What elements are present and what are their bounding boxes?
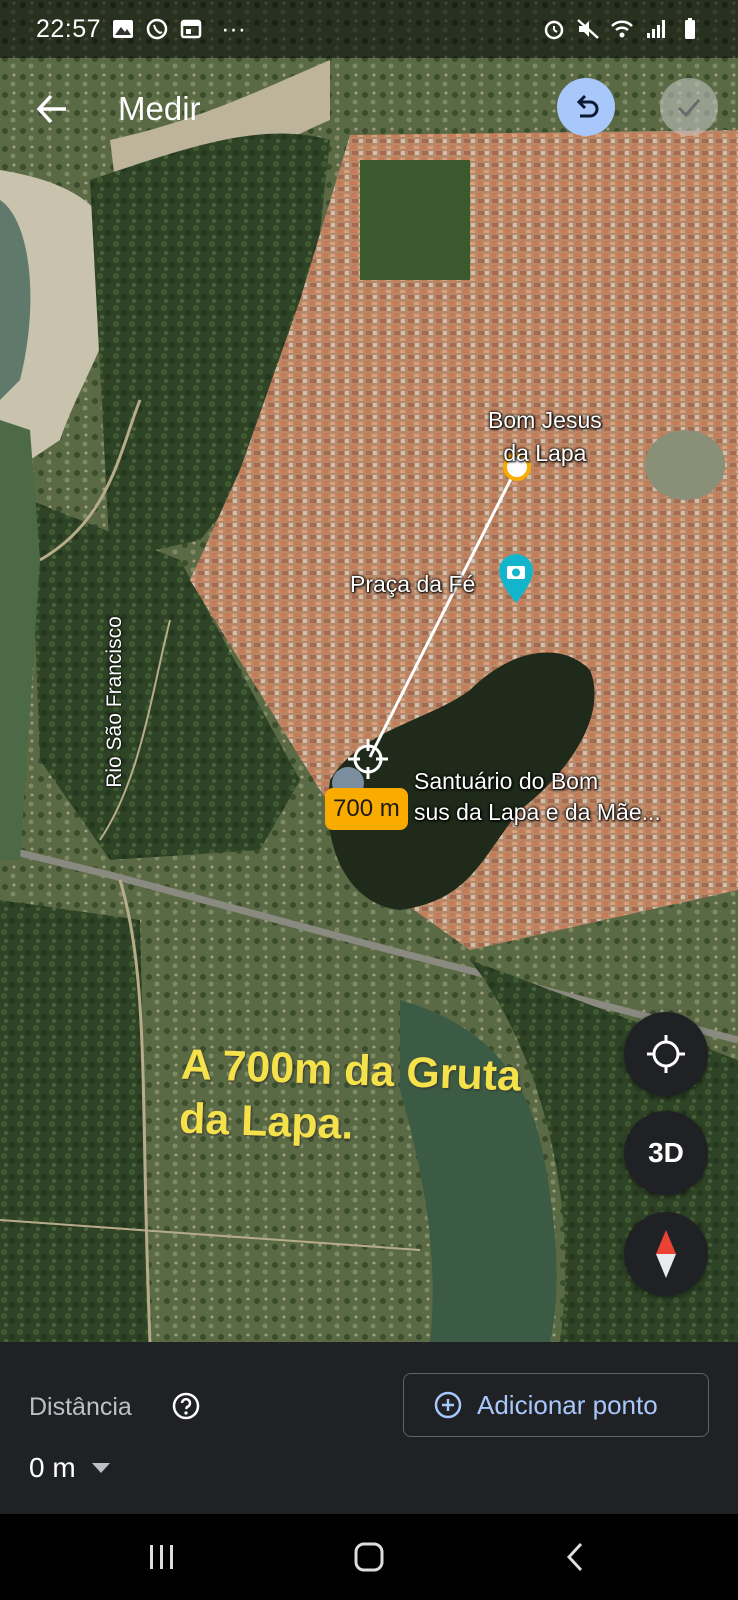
city-label[interactable]: Bom Jesus da Lapa xyxy=(488,404,602,470)
battery-icon xyxy=(685,18,695,39)
measure-toolbar: Medir xyxy=(0,70,738,148)
status-bar: 22:57 ··· xyxy=(0,0,738,58)
distance-label: Distância xyxy=(29,1393,132,1421)
calendar-icon xyxy=(180,19,202,39)
whatsapp-icon xyxy=(146,18,168,40)
distance-chip: 700 m xyxy=(325,788,408,830)
signal-icon xyxy=(647,20,665,38)
3d-toggle-button[interactable]: 3D xyxy=(624,1111,708,1195)
add-circle-icon xyxy=(434,1391,462,1419)
nav-back-icon xyxy=(566,1542,583,1572)
camera-pin-icon[interactable] xyxy=(496,553,536,605)
compass-button[interactable] xyxy=(624,1212,708,1296)
home-icon xyxy=(354,1542,384,1572)
back-button[interactable] xyxy=(30,87,74,131)
annotation-text-content: A 700m da Gruta da Lapa. xyxy=(178,1040,522,1149)
annotation-text: A 700m da Gruta da Lapa. xyxy=(178,1038,602,1161)
system-nav-bar xyxy=(0,1514,738,1600)
my-location-icon xyxy=(647,1035,685,1073)
page-title: Medir xyxy=(118,90,201,127)
santuario-label[interactable]: Santuário do Bom sus da Lapa e da Mãe... xyxy=(414,766,661,828)
praca-label[interactable]: Praça da Fé xyxy=(350,571,475,598)
satellite-map[interactable]: Bom Jesus da Lapa Praça da Fé Santuário … xyxy=(0,0,738,1342)
compass-icon xyxy=(656,1230,676,1278)
wifi-icon xyxy=(611,20,633,38)
undo-icon xyxy=(576,94,599,118)
add-point-button[interactable]: Adicionar ponto xyxy=(403,1373,709,1437)
recent-apps-icon xyxy=(150,1545,173,1569)
dropdown-arrow-icon xyxy=(91,1463,110,1473)
undo-button[interactable] xyxy=(557,78,615,136)
city-label-text: Bom Jesus da Lapa xyxy=(488,407,602,466)
alarm-icon xyxy=(544,20,564,40)
check-icon xyxy=(677,99,701,118)
arrow-back-icon xyxy=(36,94,66,124)
distance-unit-selector[interactable]: 0 m xyxy=(29,1452,110,1484)
river-label: Rio São Francisco xyxy=(103,616,126,788)
image-icon xyxy=(113,20,134,38)
home-button[interactable] xyxy=(344,1534,394,1580)
help-icon[interactable] xyxy=(172,1392,200,1420)
more-notifications: ··· xyxy=(221,14,247,43)
my-location-button[interactable] xyxy=(624,1012,708,1096)
done-button[interactable] xyxy=(660,78,718,136)
status-time: 22:57 xyxy=(36,14,102,43)
back-nav-button[interactable] xyxy=(550,1534,600,1580)
distance-value: 0 m xyxy=(29,1452,76,1483)
mute-icon xyxy=(577,19,599,39)
add-point-label: Adicionar ponto xyxy=(477,1389,658,1420)
recent-apps-button[interactable] xyxy=(137,1534,187,1580)
